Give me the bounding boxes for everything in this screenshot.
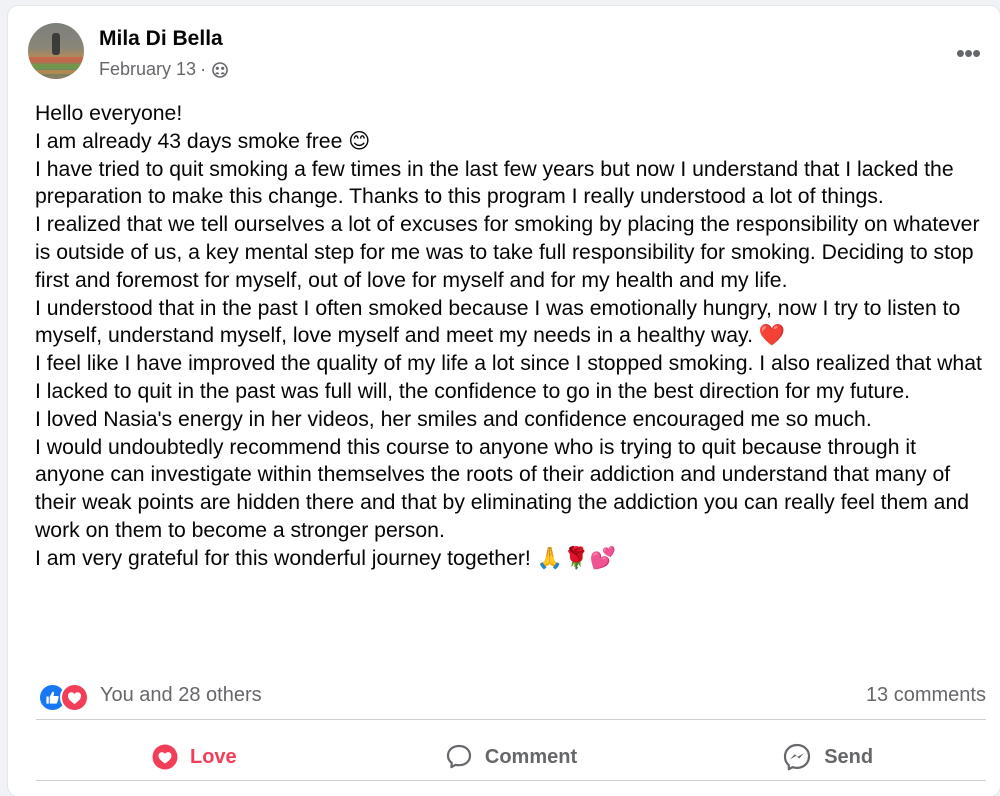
avatar[interactable] <box>28 23 84 79</box>
send-button[interactable]: Send <box>669 728 986 786</box>
more-options-icon[interactable]: ••• <box>948 40 988 66</box>
post-paragraph: Hello everyone! <box>35 102 183 125</box>
friends-audience-icon[interactable] <box>212 61 228 78</box>
post-paragraph: I would undoubtedly recommend this cours… <box>35 435 970 542</box>
divider <box>36 719 986 720</box>
love-label: Love <box>189 745 237 768</box>
post-card: Mila Di Bella February 13 · ••• Hello ev… <box>8 6 1000 796</box>
reaction-stats: You and 28 others 13 comments <box>36 682 986 712</box>
post-paragraph: I feel like I have improved the quality … <box>35 352 982 403</box>
reaction-icons[interactable] <box>38 682 92 712</box>
send-label: Send <box>824 745 874 768</box>
reactions-summary[interactable]: You and 28 others <box>100 684 262 707</box>
comment-icon <box>446 744 471 769</box>
divider <box>36 780 986 781</box>
post-meta: February 13 · <box>99 59 228 80</box>
love-button[interactable]: Love <box>36 728 353 786</box>
meta-separator: · <box>200 59 207 79</box>
author-name[interactable]: Mila Di Bella <box>99 27 223 51</box>
post-header: Mila Di Bella February 13 · ••• <box>28 23 988 87</box>
post-paragraph: I loved Nasia's energy in her videos, he… <box>35 407 872 431</box>
comments-count[interactable]: 13 comments <box>866 684 986 707</box>
action-bar: Love Comment Send <box>36 728 986 786</box>
post-paragraph: I understood that in the past I often sm… <box>35 296 961 348</box>
comment-button[interactable]: Comment <box>353 728 670 786</box>
post-body: Hello everyone! I am already 43 days smo… <box>35 100 990 573</box>
messenger-icon <box>784 743 811 771</box>
love-icon <box>152 744 178 770</box>
comment-label: Comment <box>484 745 578 768</box>
post-paragraph: I am very grateful for this wonderful jo… <box>35 546 616 570</box>
love-reaction-icon <box>60 683 89 712</box>
post-paragraph: I have tried to quit smoking a few times… <box>35 157 954 209</box>
post-paragraph: I realized that we tell ourselves a lot … <box>35 213 980 292</box>
post-date[interactable]: February 13 <box>99 59 196 80</box>
post-paragraph: I am already 43 days smoke free 😊 <box>35 129 371 153</box>
